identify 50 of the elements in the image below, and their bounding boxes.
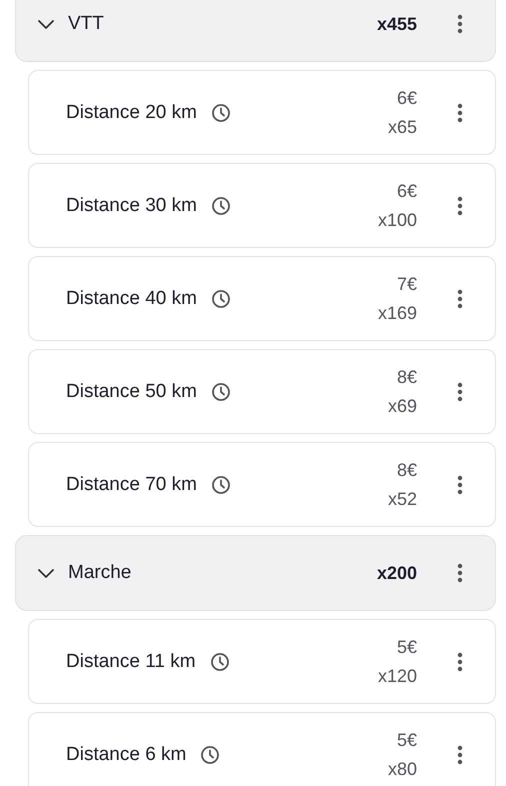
- more-icon: [457, 563, 463, 583]
- price: 7€: [396, 274, 417, 294]
- more-icon: [457, 382, 463, 402]
- distance-card[interactable]: Distance 30 km 6€ x100: [28, 163, 496, 248]
- more-icon: [457, 14, 463, 34]
- clock-icon: [210, 652, 230, 672]
- price: 6€: [396, 88, 417, 108]
- price: 6€: [396, 180, 417, 202]
- more-icon: [457, 102, 463, 122]
- group-title: VTT: [68, 13, 105, 35]
- more-icon: [457, 288, 463, 308]
- clock-icon: [200, 744, 220, 764]
- item-count: x65: [388, 116, 417, 138]
- distance-name: Distance 40 km: [66, 288, 197, 310]
- more-icon: [457, 474, 463, 494]
- price: 5€: [396, 730, 417, 750]
- distance-name: Distance 30 km: [66, 194, 197, 216]
- clock-icon: [210, 382, 231, 402]
- item-count: x100: [378, 210, 417, 230]
- distance-name: Distance 70 km: [66, 474, 197, 496]
- distance-card[interactable]: Distance 20 km 6€ x65: [28, 70, 496, 155]
- distance-name: Distance 50 km: [66, 380, 197, 402]
- item-count: x52: [388, 488, 417, 510]
- distance-name: Distance 20 km: [66, 102, 197, 124]
- price: 8€: [396, 366, 417, 388]
- distance-card[interactable]: Distance 6 km 5€ x80: [28, 712, 496, 786]
- clock-icon: [210, 196, 231, 216]
- clock-icon: [210, 474, 231, 494]
- clock-icon: [210, 288, 231, 308]
- distance-name: Distance 6 km: [66, 744, 186, 766]
- group-header[interactable]: VTT x455: [15, 0, 496, 62]
- group-header[interactable]: Marche x200: [15, 535, 496, 611]
- distance-card[interactable]: Distance 70 km 8€ x52: [28, 442, 496, 527]
- more-icon: [457, 744, 463, 764]
- distance-name: Distance 11 km: [66, 650, 196, 672]
- item-count: x80: [388, 758, 417, 780]
- distance-card[interactable]: Distance 11 km 5€ x120: [28, 619, 496, 704]
- more-icon: [457, 652, 463, 672]
- price: 5€: [396, 636, 417, 658]
- price: 8€: [396, 460, 417, 480]
- distance-card[interactable]: Distance 50 km 8€ x69: [28, 349, 496, 434]
- item-count: x169: [378, 302, 417, 324]
- distance-card[interactable]: Distance 40 km 7€ x169: [28, 256, 496, 341]
- group-title: Marche: [68, 562, 132, 584]
- group-count: x455: [376, 14, 417, 34]
- group-count: x200: [376, 562, 417, 584]
- item-count: x69: [388, 396, 417, 416]
- more-icon: [457, 196, 463, 216]
- item-count: x120: [378, 666, 417, 686]
- clock-icon: [210, 102, 231, 122]
